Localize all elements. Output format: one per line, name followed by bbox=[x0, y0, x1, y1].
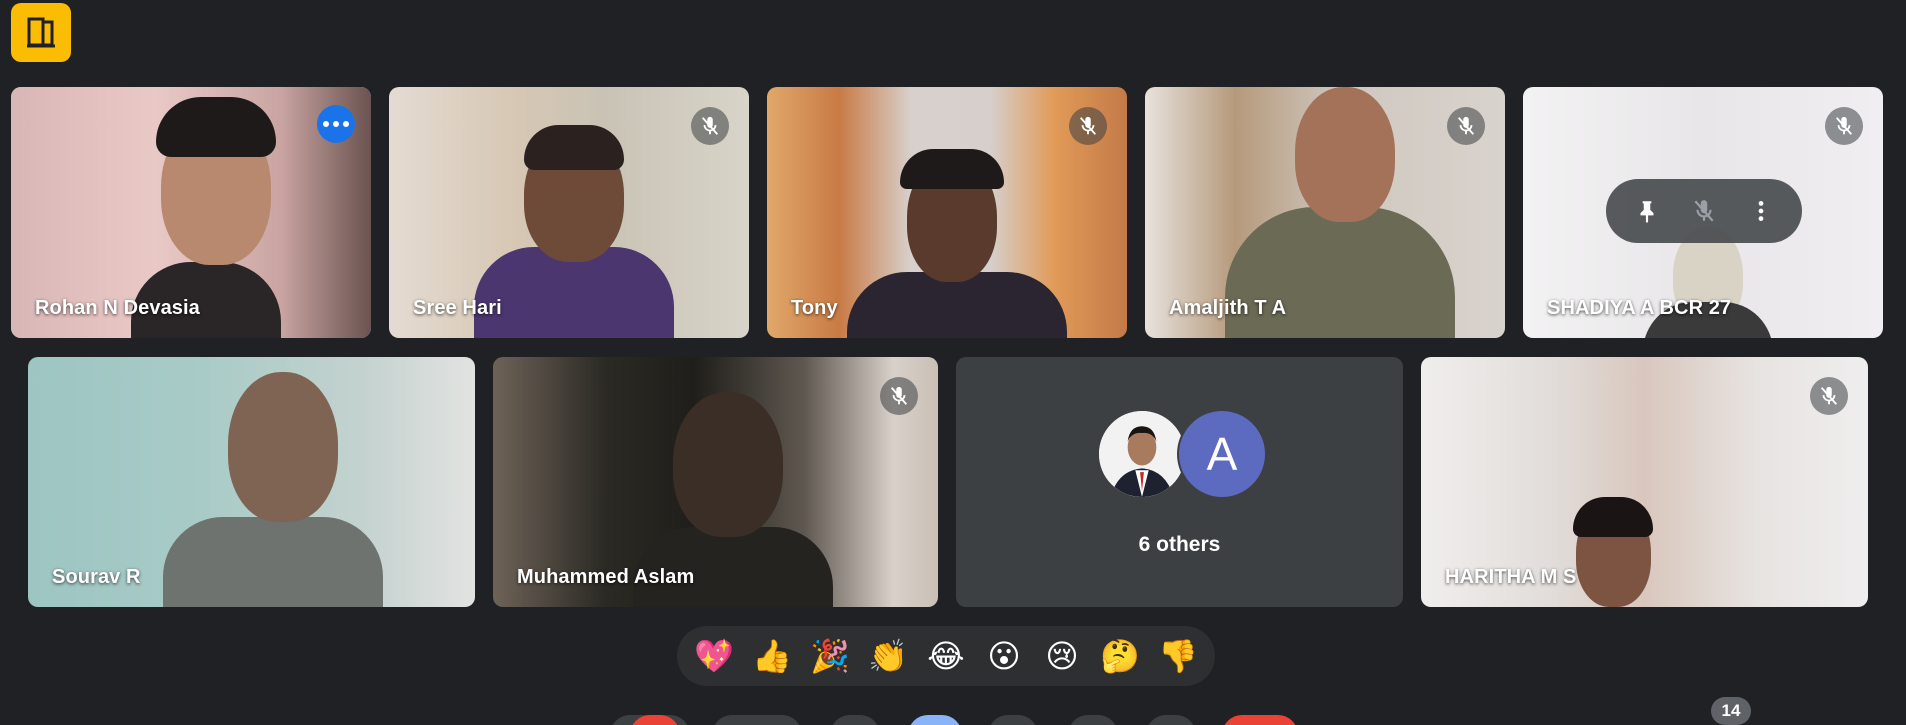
participant-name: Rohan N Devasia bbox=[35, 297, 200, 319]
mic-off-icon bbox=[1069, 107, 1107, 145]
reactions-bar: 💖 👍 🎉 👏 😂 😮 😢 🤔 👎 bbox=[677, 626, 1215, 686]
mic-off-icon bbox=[1825, 107, 1863, 145]
reaction-surprised[interactable]: 😮 bbox=[980, 640, 1028, 672]
participant-name: HARITHA M S bbox=[1445, 566, 1577, 588]
reaction-thinking[interactable]: 🤔 bbox=[1096, 640, 1144, 672]
participant-name: Sree Hari bbox=[413, 297, 502, 319]
video-tile-tony[interactable]: Tony bbox=[767, 87, 1127, 338]
avatar-letter: A bbox=[1177, 409, 1267, 499]
mic-off-icon bbox=[1810, 377, 1848, 415]
video-tile-haritha[interactable]: HARITHA M S bbox=[1421, 357, 1868, 607]
participant-name: SHADIYA A BCR 27 bbox=[1547, 297, 1732, 319]
video-tile-sree-hari[interactable]: Sree Hari bbox=[389, 87, 749, 338]
participant-name: Muhammed Aslam bbox=[517, 566, 695, 588]
reaction-tears-of-joy[interactable]: 😂 bbox=[922, 640, 970, 672]
mic-off-icon[interactable] bbox=[1684, 191, 1724, 231]
mic-off-icon bbox=[880, 377, 918, 415]
participant-name: Sourav R bbox=[52, 566, 141, 588]
reaction-party-popper[interactable]: 🎉 bbox=[806, 640, 854, 672]
reaction-clapping[interactable]: 👏 bbox=[864, 640, 912, 672]
tile-hover-controls bbox=[1606, 179, 1802, 243]
control-button[interactable] bbox=[908, 715, 962, 725]
leave-call-button[interactable] bbox=[1222, 715, 1298, 725]
door-exit-icon[interactable] bbox=[11, 3, 71, 62]
participant-name: Amaljith T A bbox=[1169, 297, 1287, 319]
reaction-sparkling-heart[interactable]: 💖 bbox=[690, 640, 738, 672]
video-tile-sourav[interactable]: Sourav R bbox=[28, 357, 475, 607]
reaction-crying[interactable]: 😢 bbox=[1038, 640, 1086, 672]
avatar bbox=[1097, 409, 1187, 499]
control-button[interactable] bbox=[712, 715, 802, 725]
people-count-badge: 14 bbox=[1711, 697, 1751, 725]
pin-icon[interactable] bbox=[1627, 191, 1667, 231]
control-button[interactable] bbox=[830, 715, 880, 725]
reaction-thumbs-up[interactable]: 👍 bbox=[748, 640, 796, 672]
others-tile[interactable]: A 6 others bbox=[956, 357, 1403, 607]
mic-off-icon bbox=[691, 107, 729, 145]
reaction-thumbs-down[interactable]: 👎 bbox=[1154, 640, 1202, 672]
participant-name: Tony bbox=[791, 297, 838, 319]
more-vert-icon[interactable] bbox=[1741, 191, 1781, 231]
video-tile-shadiya[interactable]: SHADIYA A BCR 27 bbox=[1523, 87, 1883, 338]
control-button[interactable] bbox=[1068, 715, 1118, 725]
control-button[interactable] bbox=[1146, 715, 1196, 725]
others-avatars: A bbox=[1097, 409, 1297, 501]
video-tile-rohan[interactable]: Rohan N Devasia bbox=[11, 87, 371, 338]
control-button[interactable] bbox=[988, 715, 1038, 725]
more-options-button[interactable] bbox=[317, 105, 355, 143]
video-tile-amaljith[interactable]: Amaljith T A bbox=[1145, 87, 1505, 338]
others-label: 6 others bbox=[1138, 533, 1221, 556]
mic-off-icon bbox=[1447, 107, 1485, 145]
video-tile-muhammed[interactable]: Muhammed Aslam bbox=[493, 357, 938, 607]
